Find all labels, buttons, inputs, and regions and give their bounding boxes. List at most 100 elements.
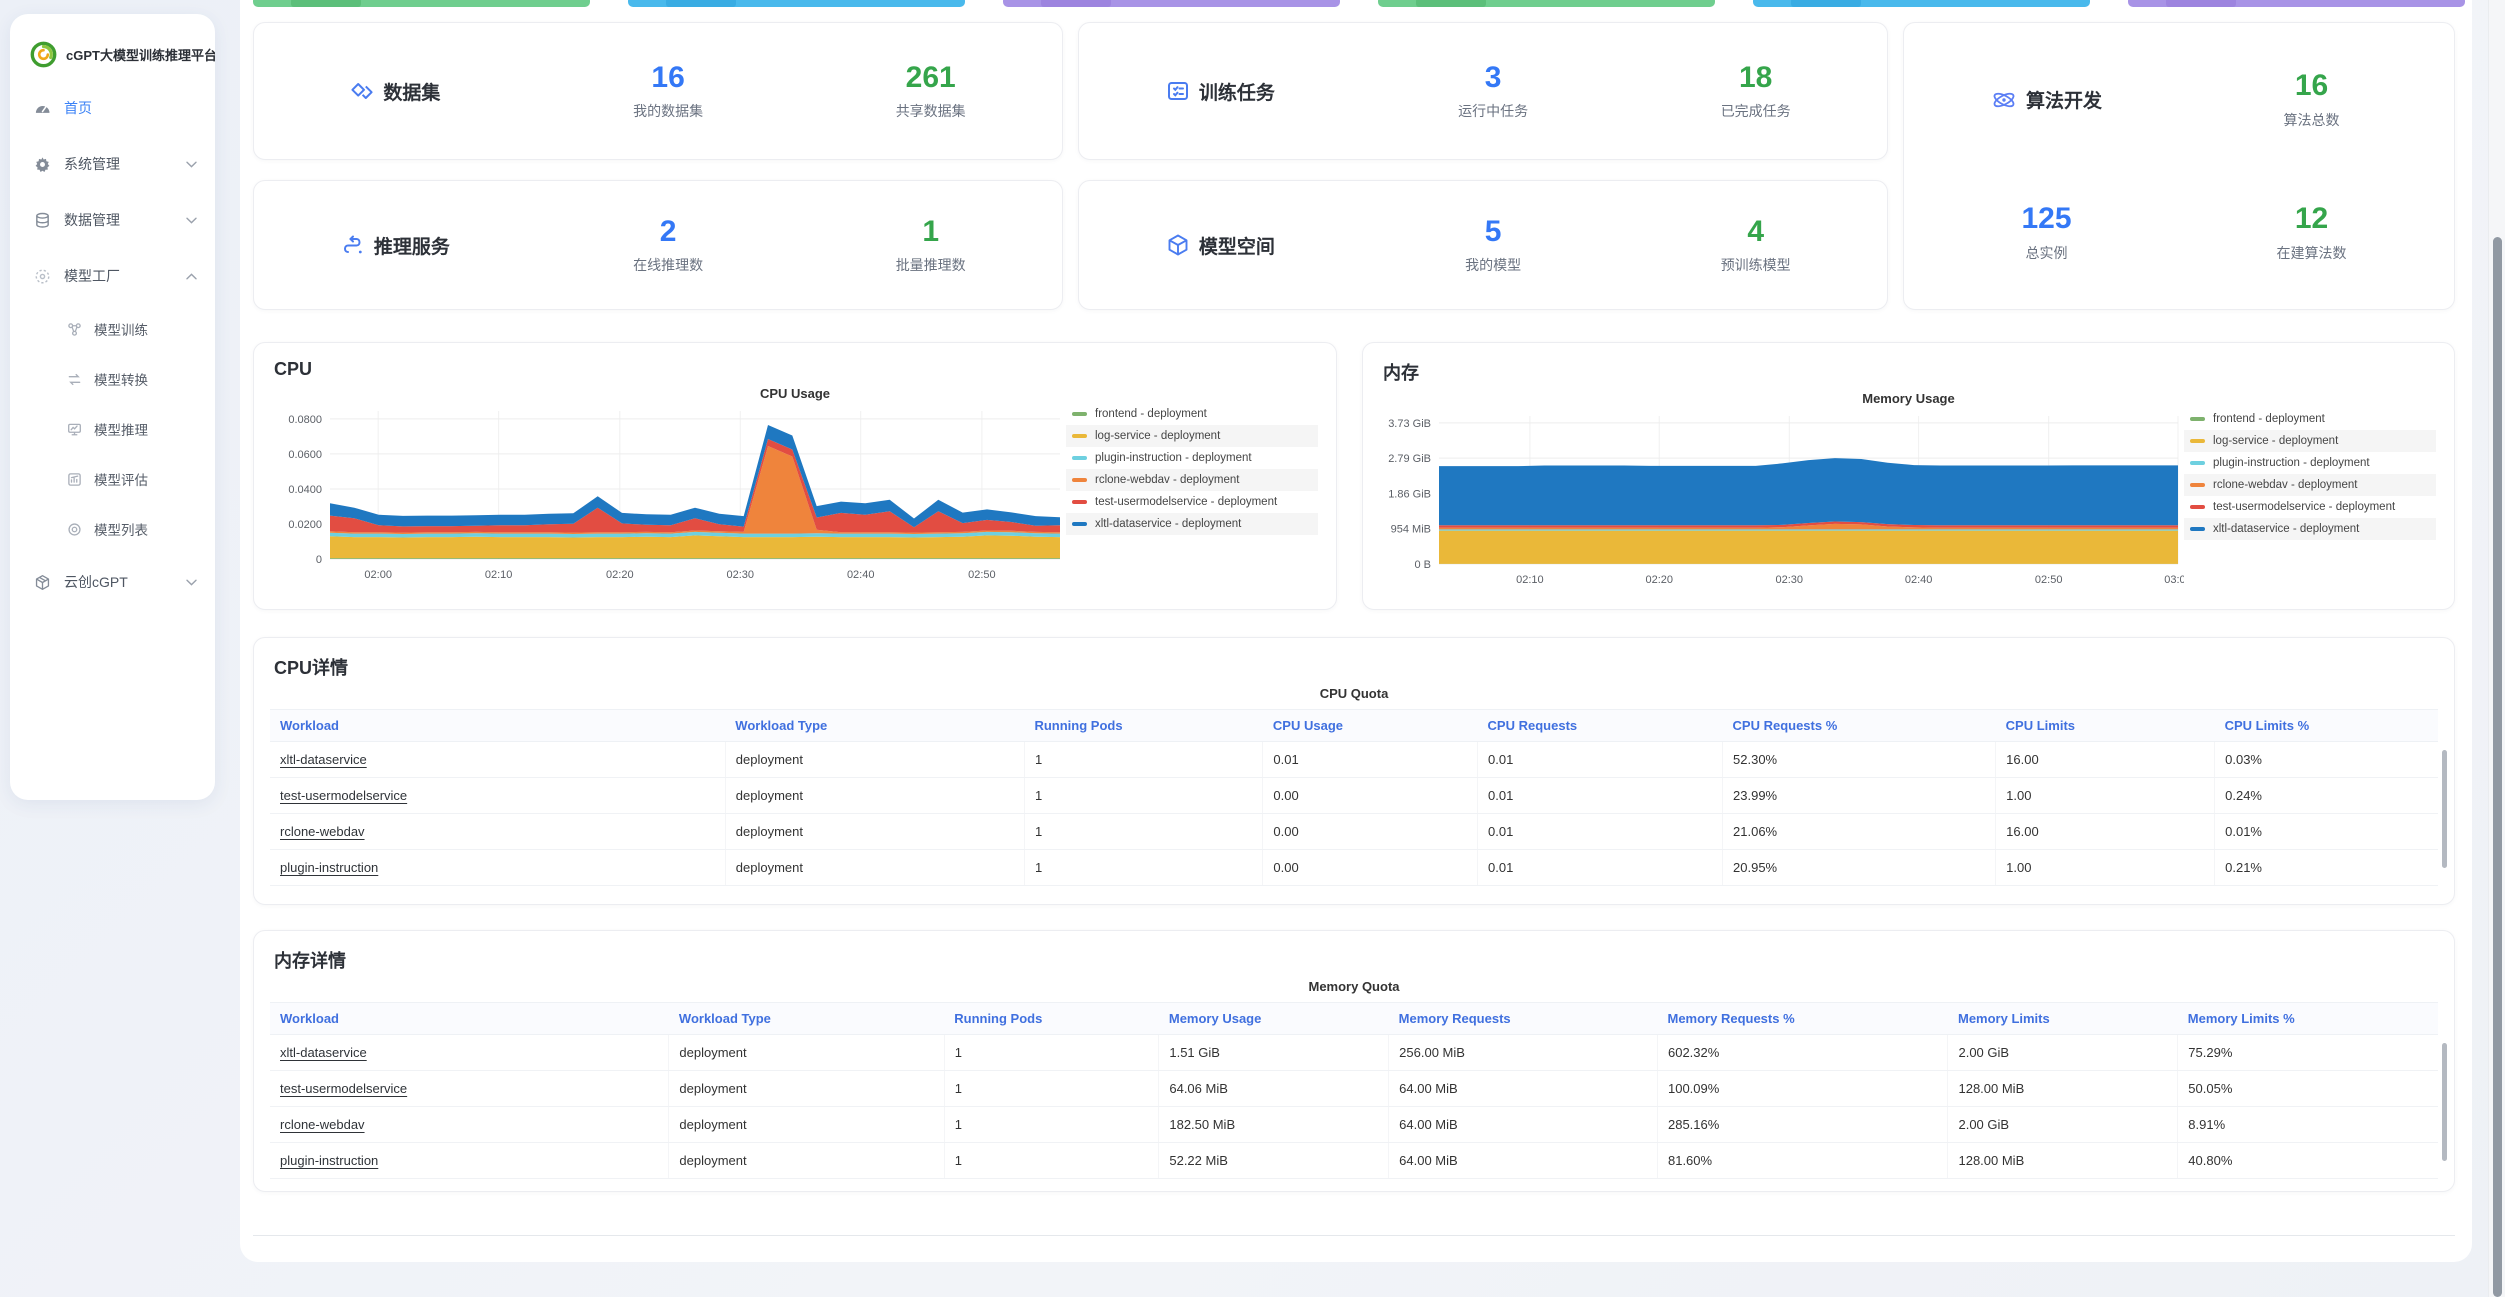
sidebar-item-factory[interactable]: 模型工厂 bbox=[10, 248, 215, 304]
sidebar-subitem-infer[interactable]: 模型推理 bbox=[10, 404, 215, 454]
column-header-cpu-limits-[interactable]: CPU Limits % bbox=[2215, 710, 2438, 742]
legend-label: xltl-dataservice - deployment bbox=[1095, 518, 1241, 530]
cell-memory-requests-: 602.32% bbox=[1657, 1035, 1948, 1071]
task-list-icon bbox=[1166, 79, 1190, 103]
workload-row-plugin-instruction: plugin-instructiondeployment152.22 MiB64… bbox=[270, 1143, 2438, 1179]
workload-link-xltl-dataservice[interactable]: xltl-dataservice bbox=[280, 752, 367, 767]
cell-cpu-usage: 0.00 bbox=[1263, 814, 1478, 850]
column-header-cpu-requests[interactable]: CPU Requests bbox=[1478, 710, 1723, 742]
workload-link-rclone-webdav[interactable]: rclone-webdav bbox=[280, 824, 365, 839]
cell-memory-limits-: 50.05% bbox=[2178, 1071, 2438, 1107]
stat-card-model-space[interactable]: 模型空间 5 我的模型 4 预训练模型 bbox=[1078, 180, 1888, 310]
workload-link-plugin-instruction[interactable]: plugin-instruction bbox=[280, 1153, 378, 1168]
sidebar-subitem-label: 模型推理 bbox=[94, 419, 148, 439]
column-header-cpu-requests-[interactable]: CPU Requests % bbox=[1723, 710, 1996, 742]
sidebar-item-home[interactable]: 首页 bbox=[10, 80, 215, 136]
legend-item-frontend[interactable]: frontend - deployment bbox=[1066, 403, 1318, 425]
sidebar-item-label: 云创cGPT bbox=[64, 572, 128, 592]
stat-card-inference-service[interactable]: 推理服务 2 在线推理数 1 批量推理数 bbox=[253, 180, 1063, 310]
legend-item-plugin-instruction[interactable]: plugin-instruction - deployment bbox=[2184, 452, 2436, 474]
legend-color-chip bbox=[1072, 500, 1087, 504]
legend-item-log-service[interactable]: log-service - deployment bbox=[1066, 425, 1318, 447]
column-header-cpu-limits[interactable]: CPU Limits bbox=[1996, 710, 2215, 742]
table-header-row: WorkloadWorkload TypeRunning PodsMemory … bbox=[270, 1003, 2438, 1035]
sidebar-nav: 首页系统管理数据管理模型工厂模型训练模型转换模型推理模型评估模型列表云创cGPT bbox=[10, 80, 215, 610]
sidebar-item-system[interactable]: 系统管理 bbox=[10, 136, 215, 192]
cell-workload: xltl-dataservice bbox=[270, 742, 725, 778]
convert-icon bbox=[66, 371, 82, 387]
cpu-section-title: CPU bbox=[274, 359, 1320, 380]
stat-card-dataset[interactable]: 数据集 16 我的数据集 261 共享数据集 bbox=[253, 22, 1063, 160]
legend-label: xltl-dataservice - deployment bbox=[2213, 523, 2359, 535]
column-header-memory-limits[interactable]: Memory Limits bbox=[1948, 1003, 2178, 1035]
legend-item-xltl-dataservice[interactable]: xltl-dataservice - deployment bbox=[2184, 518, 2436, 540]
workload-link-test-usermodelservice[interactable]: test-usermodelservice bbox=[280, 1081, 407, 1096]
completed-tasks-label: 已完成任务 bbox=[1624, 101, 1887, 121]
cpu-chart-card: CPU CPU Usage 00.02000.04000.06000.08000… bbox=[253, 342, 1337, 610]
workload-link-xltl-dataservice[interactable]: xltl-dataservice bbox=[280, 1045, 367, 1060]
svg-text:2.79 GiB: 2.79 GiB bbox=[1388, 453, 1431, 465]
cell-workload-type: deployment bbox=[725, 814, 1024, 850]
batch-inference-stat: 1 批量推理数 bbox=[799, 215, 1062, 276]
workload-link-test-usermodelservice[interactable]: test-usermodelservice bbox=[280, 788, 407, 803]
online-inference-label: 在线推理数 bbox=[537, 255, 800, 275]
workload-link-plugin-instruction[interactable]: plugin-instruction bbox=[280, 860, 378, 875]
cell-workload: test-usermodelservice bbox=[270, 778, 725, 814]
cell-memory-limits: 2.00 GiB bbox=[1948, 1107, 2178, 1143]
legend-item-rclone-webdav[interactable]: rclone-webdav - deployment bbox=[2184, 474, 2436, 496]
memory-table-scrollbar[interactable] bbox=[2442, 1043, 2447, 1161]
legend-color-chip bbox=[2190, 483, 2205, 487]
column-header-memory-limits-[interactable]: Memory Limits % bbox=[2178, 1003, 2438, 1035]
legend-label: test-usermodelservice - deployment bbox=[1095, 496, 1277, 508]
legend-item-log-service[interactable]: log-service - deployment bbox=[2184, 430, 2436, 452]
cpu-quota-table: WorkloadWorkload TypeRunning PodsCPU Usa… bbox=[270, 709, 2438, 886]
stat-card-training-tasks[interactable]: 训练任务 3 运行中任务 18 已完成任务 bbox=[1078, 22, 1888, 160]
workload-row-rclone-webdav: rclone-webdavdeployment1182.50 MiB64.00 … bbox=[270, 1107, 2438, 1143]
legend-color-chip bbox=[2190, 439, 2205, 443]
column-header-running-pods[interactable]: Running Pods bbox=[1024, 710, 1262, 742]
cell-memory-requests: 64.00 MiB bbox=[1389, 1071, 1658, 1107]
column-header-cpu-usage[interactable]: CPU Usage bbox=[1263, 710, 1478, 742]
legend-color-chip bbox=[1072, 478, 1087, 482]
legend-item-rclone-webdav[interactable]: rclone-webdav - deployment bbox=[1066, 469, 1318, 491]
sidebar-subitem-convert[interactable]: 模型转换 bbox=[10, 354, 215, 404]
column-header-workload[interactable]: Workload bbox=[270, 710, 725, 742]
column-header-running-pods[interactable]: Running Pods bbox=[944, 1003, 1159, 1035]
legend-color-chip bbox=[1072, 522, 1087, 526]
cpu-usage-chart[interactable]: 00.02000.04000.06000.080002:0002:1002:20… bbox=[270, 403, 1066, 585]
cell-cpu-requests-: 20.95% bbox=[1723, 850, 1996, 886]
legend-color-chip bbox=[1072, 456, 1087, 460]
model-cube-icon bbox=[1166, 233, 1190, 257]
training-card-header: 训练任务 bbox=[1079, 78, 1362, 105]
sidebar-subitem-evaluate[interactable]: 模型评估 bbox=[10, 454, 215, 504]
dashboard-icon bbox=[33, 99, 51, 117]
sidebar-item-data[interactable]: 数据管理 bbox=[10, 192, 215, 248]
page-scrollbar-thumb[interactable] bbox=[2493, 237, 2502, 1297]
total-instances-value: 125 bbox=[2021, 202, 2071, 237]
sidebar-item-cloud[interactable]: 云创cGPT bbox=[10, 554, 215, 610]
sidebar-subitem-train[interactable]: 模型训练 bbox=[10, 304, 215, 354]
column-header-workload[interactable]: Workload bbox=[270, 1003, 669, 1035]
column-header-workload-type[interactable]: Workload Type bbox=[669, 1003, 944, 1035]
legend-item-frontend[interactable]: frontend - deployment bbox=[2184, 408, 2436, 430]
memory-usage-chart[interactable]: 0 B954 MiB1.86 GiB2.79 GiB3.73 GiB02:100… bbox=[1379, 408, 2184, 590]
column-header-memory-usage[interactable]: Memory Usage bbox=[1159, 1003, 1389, 1035]
legend-item-test-usermodelservice[interactable]: test-usermodelservice - deployment bbox=[1066, 491, 1318, 513]
cell-memory-usage: 52.22 MiB bbox=[1159, 1143, 1389, 1179]
cell-cpu-requests-: 21.06% bbox=[1723, 814, 1996, 850]
legend-item-plugin-instruction[interactable]: plugin-instruction - deployment bbox=[1066, 447, 1318, 469]
workload-link-rclone-webdav[interactable]: rclone-webdav bbox=[280, 1117, 365, 1132]
column-header-memory-requests-[interactable]: Memory Requests % bbox=[1657, 1003, 1948, 1035]
column-header-workload-type[interactable]: Workload Type bbox=[725, 710, 1024, 742]
column-header-memory-requests[interactable]: Memory Requests bbox=[1389, 1003, 1658, 1035]
legend-label: rclone-webdav - deployment bbox=[2213, 479, 2357, 491]
model-list-icon bbox=[66, 521, 82, 537]
page-scrollbar-track[interactable] bbox=[2488, 0, 2505, 1297]
memory-detail-card: 内存详情 Memory Quota WorkloadWorkload TypeR… bbox=[253, 930, 2455, 1192]
legend-item-test-usermodelservice[interactable]: test-usermodelservice - deployment bbox=[2184, 496, 2436, 518]
my-datasets-stat: 16 我的数据集 bbox=[537, 61, 800, 122]
sidebar-subitem-list[interactable]: 模型列表 bbox=[10, 504, 215, 554]
legend-item-xltl-dataservice[interactable]: xltl-dataservice - deployment bbox=[1066, 513, 1318, 535]
stat-card-algorithm-dev[interactable]: 算法开发 16 算法总数 125 总实例 12 在建算法数 bbox=[1903, 22, 2455, 310]
cpu-table-scrollbar[interactable] bbox=[2442, 750, 2447, 868]
